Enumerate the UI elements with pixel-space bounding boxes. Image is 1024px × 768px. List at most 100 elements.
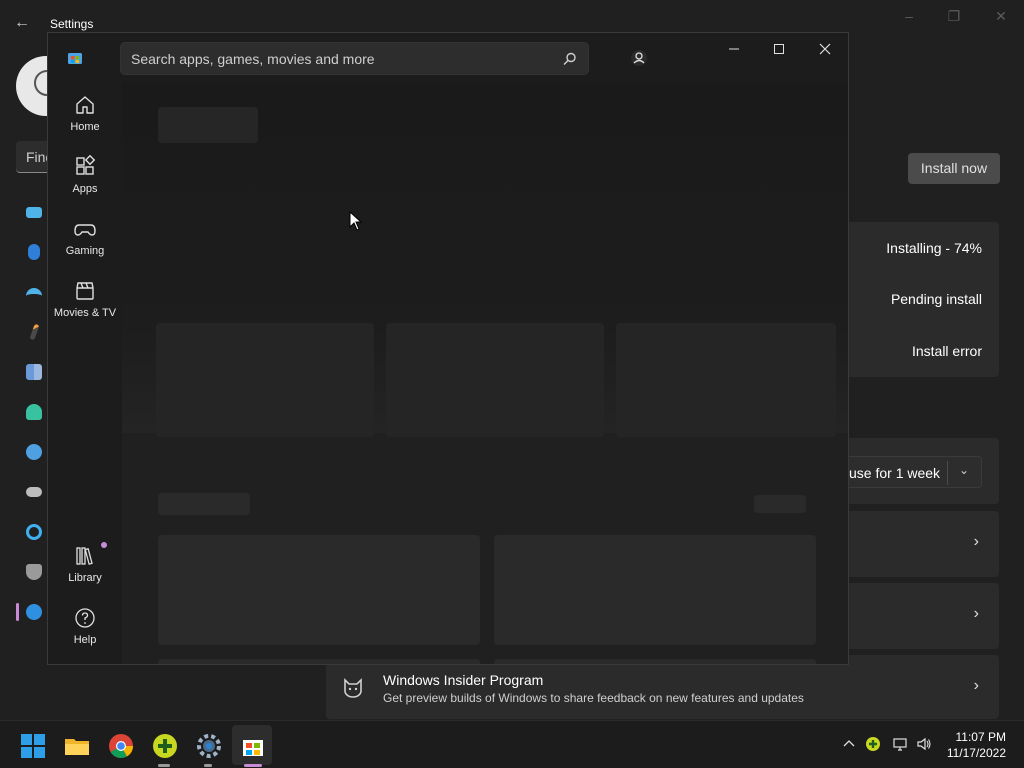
paintbrush-icon xyxy=(29,323,40,341)
system-clock[interactable]: 11:07 PM 11/17/2022 xyxy=(947,729,1006,761)
nav-library[interactable]: Library xyxy=(48,544,122,584)
nav-home-label: Home xyxy=(70,121,100,133)
dropdown-separator xyxy=(947,461,948,485)
clock-date: 11/17/2022 xyxy=(946,746,1006,760)
sidebar-item-time-language[interactable] xyxy=(26,444,46,464)
back-arrow-icon[interactable]: ← xyxy=(14,14,30,32)
sidebar-item-windows-update[interactable] xyxy=(26,604,46,624)
clock-time: 11:07 PM xyxy=(955,730,1006,744)
settings-icon[interactable] xyxy=(196,733,222,759)
chevron-right-icon: › xyxy=(973,605,979,622)
update-history-row[interactable]: › xyxy=(848,511,999,577)
nav-help-label: Help xyxy=(73,634,97,646)
active-indicator xyxy=(16,603,19,621)
sidebar-item-apps[interactable] xyxy=(26,364,46,384)
hero-card-placeholder xyxy=(616,323,836,437)
nav-apps[interactable]: Apps xyxy=(48,155,122,195)
hero-card-placeholder xyxy=(386,323,604,437)
insider-description: Get preview builds of Windows to share f… xyxy=(383,691,804,705)
start-icon[interactable] xyxy=(20,733,46,759)
nav-library-label: Library xyxy=(68,572,102,584)
chrome-icon[interactable] xyxy=(108,733,134,759)
plus-app-tray-icon[interactable] xyxy=(865,736,881,752)
nav-home[interactable]: Home xyxy=(48,93,122,133)
chevron-right-icon: › xyxy=(973,533,979,550)
file-explorer-icon[interactable] xyxy=(64,733,90,759)
sidebar-item-gaming[interactable] xyxy=(26,484,46,504)
running-indicator xyxy=(158,764,170,767)
chevron-right-icon: › xyxy=(973,677,979,694)
nav-movies-tv[interactable]: Movies & TV xyxy=(48,279,122,319)
pause-duration-label: use for 1 week xyxy=(849,465,941,481)
app-card-placeholder xyxy=(158,535,480,645)
accessibility-icon xyxy=(26,524,42,540)
close-icon[interactable]: ✕ xyxy=(986,8,1016,25)
chevron-down-icon: ⌄ xyxy=(959,463,970,477)
insider-cat-icon xyxy=(344,678,362,698)
sidebar-item-personalization[interactable] xyxy=(26,323,46,344)
apps-icon xyxy=(76,155,96,175)
insider-title: Windows Insider Program xyxy=(383,672,544,688)
close-icon[interactable] xyxy=(805,39,845,59)
clock-globe-icon xyxy=(26,444,42,460)
status-error: Install error xyxy=(911,343,982,359)
store-content-area xyxy=(122,83,848,664)
maximize-icon[interactable] xyxy=(759,39,799,59)
nav-apps-label: Apps xyxy=(72,183,98,195)
microsoft-store-icon[interactable] xyxy=(240,733,266,759)
account-icon[interactable] xyxy=(630,49,648,67)
status-installing: Installing - 74% xyxy=(886,240,982,256)
mouse-cursor-icon xyxy=(349,211,363,231)
controller-icon xyxy=(26,487,42,497)
sidebar-item-accounts[interactable] xyxy=(26,404,46,424)
network-icon[interactable] xyxy=(892,736,908,752)
advanced-options-row[interactable]: › xyxy=(848,583,999,649)
library-update-badge xyxy=(101,542,107,548)
microsoft-store-logo-icon xyxy=(68,53,82,64)
pause-duration-dropdown[interactable]: use for 1 week ⌄ xyxy=(838,456,982,488)
sidebar-item-network[interactable] xyxy=(26,284,46,304)
help-icon xyxy=(75,608,95,628)
home-icon xyxy=(76,96,94,114)
hero-card-placeholder xyxy=(156,323,374,437)
nav-movies-tv-label: Movies & TV xyxy=(53,307,117,319)
status-pending: Pending install xyxy=(890,291,982,307)
settings-title: Settings xyxy=(50,17,94,31)
chevron-up-icon[interactable] xyxy=(841,736,857,752)
sidebar-item-bluetooth[interactable] xyxy=(26,244,46,264)
taskbar: 11:07 PM 11/17/2022 xyxy=(0,720,1024,768)
app-card-placeholder xyxy=(494,659,816,664)
nav-help[interactable]: Help xyxy=(48,606,122,646)
plus-app-icon[interactable] xyxy=(152,733,178,759)
sidebar-item-accessibility[interactable] xyxy=(26,524,46,544)
display-icon xyxy=(26,207,42,218)
active-indicator xyxy=(244,764,262,767)
clapperboard-icon xyxy=(76,282,94,300)
bluetooth-icon xyxy=(28,244,40,260)
shield-icon xyxy=(26,564,42,580)
maximize-icon[interactable]: ❐ xyxy=(939,8,969,25)
wifi-icon xyxy=(26,288,42,296)
search-icon[interactable] xyxy=(562,51,578,67)
store-search-box[interactable] xyxy=(120,42,589,75)
person-icon xyxy=(26,404,42,420)
section-title-placeholder xyxy=(158,493,250,515)
volume-icon[interactable] xyxy=(916,736,932,752)
minimize-icon[interactable]: – xyxy=(894,8,924,24)
app-card-placeholder xyxy=(158,659,480,664)
minimize-icon[interactable] xyxy=(714,39,754,59)
install-now-button[interactable]: Install now xyxy=(908,153,1000,184)
gamepad-icon xyxy=(74,224,96,236)
hero-title-placeholder xyxy=(158,107,258,143)
sidebar-item-privacy[interactable] xyxy=(26,564,46,584)
sidebar-item-system[interactable] xyxy=(26,204,46,224)
nav-gaming-label: Gaming xyxy=(65,245,105,257)
apps-grid-icon xyxy=(26,364,42,380)
nav-gaming[interactable]: Gaming xyxy=(48,217,122,257)
store-search-input[interactable] xyxy=(131,43,551,74)
running-indicator xyxy=(204,764,212,767)
see-all-placeholder xyxy=(754,495,806,513)
microsoft-store-window: Home Apps Gaming Movies & TV Library xyxy=(47,32,849,665)
library-icon xyxy=(76,547,93,565)
app-card-placeholder xyxy=(494,535,816,645)
